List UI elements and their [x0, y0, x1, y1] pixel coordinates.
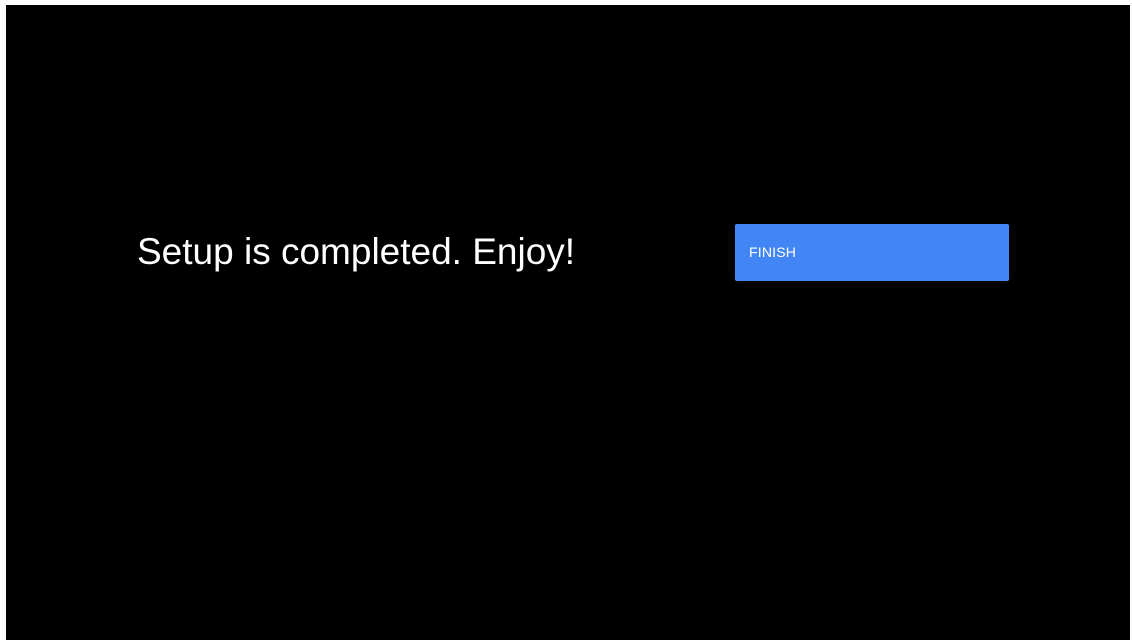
setup-complete-screen: Setup is completed. Enjoy! FINISH: [6, 5, 1130, 640]
finish-button[interactable]: FINISH: [735, 224, 1009, 281]
setup-complete-message: Setup is completed. Enjoy!: [137, 231, 576, 272]
